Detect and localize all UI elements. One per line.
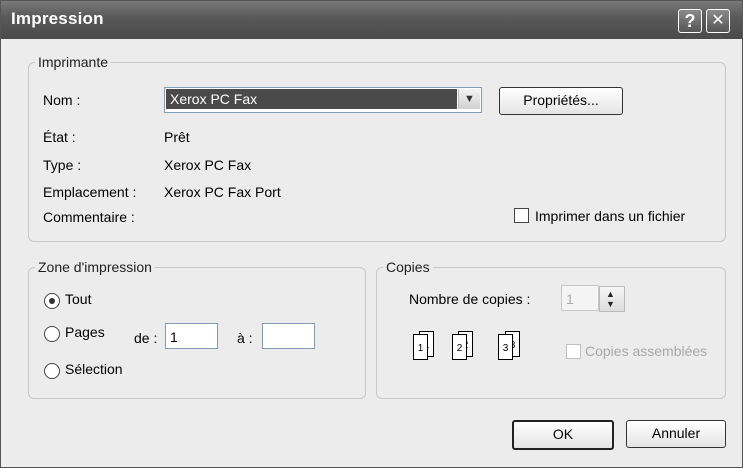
copies-group-label: Copies xyxy=(386,259,430,275)
spin-down-icon[interactable]: ▼ xyxy=(606,300,615,309)
range-pages-radio[interactable] xyxy=(44,326,60,342)
range-to-input[interactable] xyxy=(262,323,315,349)
printer-group-label: Imprimante xyxy=(38,54,109,70)
chevron-down-icon[interactable]: ▼ xyxy=(458,89,480,109)
range-from-input[interactable]: 1 xyxy=(165,323,218,349)
collate-page-icon: 3 xyxy=(498,334,513,360)
range-all-label[interactable]: Tout xyxy=(65,291,91,307)
range-pages-label[interactable]: Pages xyxy=(65,324,105,340)
range-to-label: à : xyxy=(237,330,253,346)
copies-spinner[interactable]: ▲ ▼ xyxy=(599,286,625,312)
close-button[interactable]: ✕ xyxy=(706,9,730,33)
type-label: Type : xyxy=(43,157,82,173)
print-range-group-label: Zone d'impression xyxy=(38,259,152,275)
copies-count-label: Nombre de copies : xyxy=(409,291,531,307)
cancel-button[interactable]: Annuler xyxy=(626,420,726,448)
range-selection-radio[interactable] xyxy=(44,363,60,379)
print-to-file-label[interactable]: Imprimer dans un fichier xyxy=(535,208,685,224)
status-label: État : xyxy=(43,129,76,145)
printer-name-select[interactable]: Xerox PC Fax ▼ xyxy=(164,87,482,113)
range-all-radio[interactable] xyxy=(44,293,60,309)
range-selection-label[interactable]: Sélection xyxy=(65,361,123,377)
collate-label[interactable]: Copies assemblées xyxy=(585,343,707,359)
print-dialog: Impression ? ✕ Imprimante Nom : Xerox PC… xyxy=(0,0,743,468)
properties-button[interactable]: Propriétés... xyxy=(499,87,623,115)
location-label: Emplacement : xyxy=(43,184,137,200)
collate-page-icon: 1 xyxy=(413,334,428,360)
print-to-file-checkbox[interactable] xyxy=(514,208,529,223)
collate-checkbox[interactable] xyxy=(566,344,581,359)
help-button[interactable]: ? xyxy=(678,9,702,33)
copies-count-input[interactable]: 1 xyxy=(561,285,599,311)
title-bar[interactable]: Impression ? ✕ xyxy=(1,1,742,39)
radio-selected-dot xyxy=(49,298,55,304)
ok-button[interactable]: OK xyxy=(512,420,614,450)
comment-label: Commentaire : xyxy=(43,209,135,225)
copies-group: Copies xyxy=(376,259,726,399)
printer-name-value: Xerox PC Fax xyxy=(166,89,457,109)
printer-name-label: Nom : xyxy=(43,92,81,108)
spin-up-icon[interactable]: ▲ xyxy=(606,290,615,299)
window-title: Impression xyxy=(11,9,104,28)
location-value: Xerox PC Fax Port xyxy=(164,184,281,200)
status-value: Prêt xyxy=(164,129,190,145)
range-from-label: de : xyxy=(134,330,158,346)
type-value: Xerox PC Fax xyxy=(164,157,252,173)
collate-page-icon: 2 xyxy=(452,334,467,360)
